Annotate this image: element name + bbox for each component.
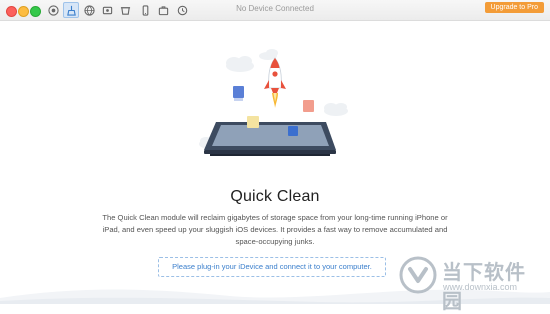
device-status-title: No Device Connected	[236, 4, 314, 13]
watermark-url: www.downxia.com	[443, 282, 518, 292]
page-title: Quick Clean	[230, 188, 320, 205]
cloud-icon	[226, 56, 254, 72]
watermark-icon	[399, 256, 437, 294]
junk-block	[303, 100, 314, 112]
junk-block	[247, 116, 259, 128]
rocket-icon	[264, 57, 286, 108]
feature-description: The Quick Clean module will reclaim giga…	[102, 213, 448, 246]
upgrade-to-pro-button[interactable]: Upgrade to Pro	[484, 2, 544, 13]
junk-block-shadow	[234, 98, 243, 101]
connect-device-prompt: Please plug-in your iDevice and connect …	[158, 257, 386, 277]
junk-block	[288, 126, 298, 136]
title-bar: No Device Connected Upgrade to Pro	[0, 0, 550, 21]
cloud-icon	[324, 103, 348, 116]
quick-clean-illustration	[199, 49, 348, 156]
tablet-icon	[204, 122, 336, 156]
watermark-logo: 当下软件园 www.downxia.com	[396, 252, 546, 313]
junk-block	[233, 86, 244, 98]
